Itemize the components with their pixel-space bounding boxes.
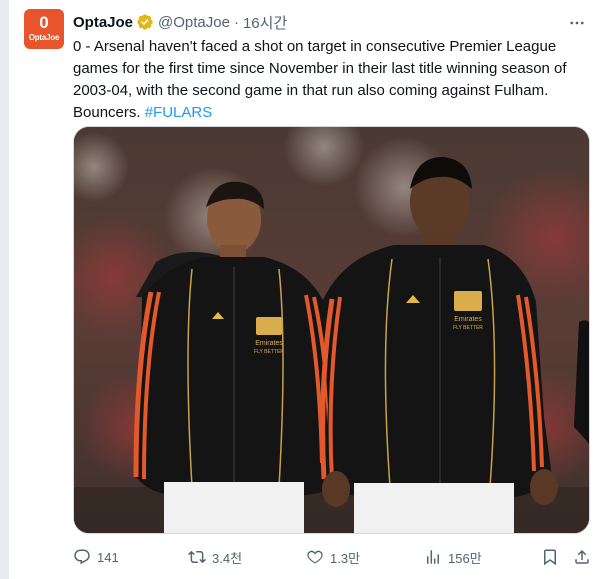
author-name[interactable]: OptaJoe xyxy=(73,14,133,31)
reply-count: 141 xyxy=(97,549,119,565)
sponsor-text-left: Emirates xyxy=(255,340,283,347)
like-count: 1.3만 xyxy=(330,550,361,566)
hashtag-link[interactable]: #FULARS xyxy=(145,104,213,121)
analytics-icon xyxy=(427,550,439,564)
more-options-icon[interactable] xyxy=(568,14,586,32)
tweet-card[interactable]: 0 OptaJoe OptaJoe @OptaJoe · 16시간 0 - Ar… xyxy=(8,0,598,579)
views-count: 156만 xyxy=(448,550,482,566)
reply-button[interactable]: 141 xyxy=(73,545,119,569)
repost-icon xyxy=(188,550,206,564)
bookmark-button[interactable] xyxy=(541,545,565,569)
repost-count: 3.4천 xyxy=(212,550,243,566)
tweet-text: 0 - Arsenal haven't faced a shot on targ… xyxy=(73,36,593,124)
sponsor-text-right: Emirates xyxy=(454,316,482,323)
like-button[interactable]: 1.3만 xyxy=(306,545,360,569)
sponsor-sub-text-right: FLY BETTER xyxy=(453,325,483,331)
reply-icon xyxy=(74,549,90,565)
views-button[interactable]: 156만 xyxy=(424,545,482,569)
avatar-logo-digit: 0 xyxy=(39,13,49,32)
tweet-photo[interactable]: Emirates FLY BETTER Emirates FLY BETTER xyxy=(73,126,590,534)
share-button[interactable] xyxy=(573,545,597,569)
bookmark-icon xyxy=(544,549,556,566)
author-handle[interactable]: @OptaJoe xyxy=(158,14,230,31)
tweet-header: OptaJoe @OptaJoe · 16시간 xyxy=(73,12,287,32)
share-icon xyxy=(575,549,589,564)
timestamp[interactable]: 16시간 xyxy=(243,12,287,33)
heart-icon xyxy=(307,550,323,564)
action-bar: 141 3.4천 1.3만 156만 xyxy=(73,545,597,569)
avatar-logo-text: OptaJoe xyxy=(28,33,60,42)
avatar[interactable]: 0 OptaJoe xyxy=(24,9,64,49)
photo-players: Emirates FLY BETTER Emirates FLY BETTER xyxy=(74,127,589,533)
sponsor-sub-text-left: FLY BETTER xyxy=(254,349,284,355)
verified-badge-icon[interactable] xyxy=(136,13,154,31)
separator-dot: · xyxy=(233,13,239,31)
repost-button[interactable]: 3.4천 xyxy=(188,545,242,569)
